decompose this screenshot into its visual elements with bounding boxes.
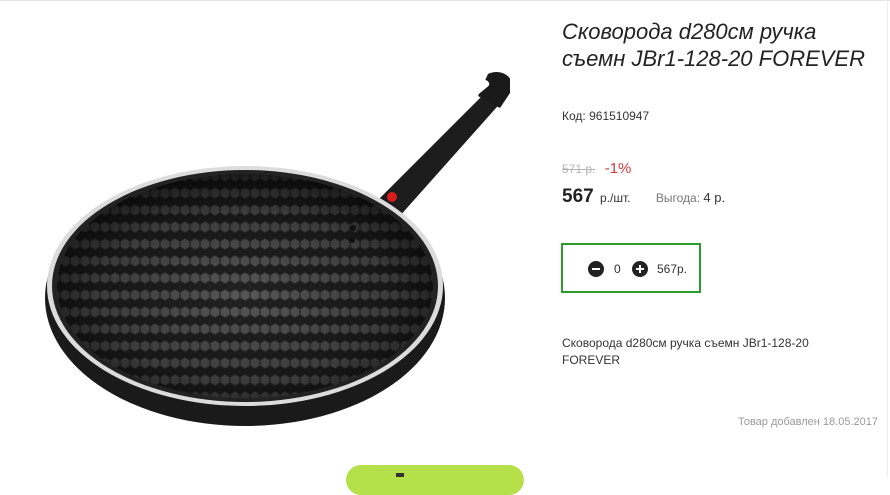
code-value: 961510947 bbox=[589, 109, 650, 123]
old-price: 571 р. bbox=[562, 162, 596, 176]
right-divider bbox=[887, 0, 888, 477]
benefit-value: 4 р. bbox=[703, 190, 726, 205]
product-description: Сковорода d280см ручка съемн JBr1-128-20… bbox=[562, 336, 809, 367]
price-unit: р./шт. bbox=[600, 191, 631, 205]
quantity-value: 0 bbox=[614, 262, 621, 276]
quantity-stepper: 0 567р. bbox=[561, 243, 701, 293]
cart-total: 567р. bbox=[657, 262, 688, 276]
discount-badge: -1% bbox=[604, 160, 632, 177]
plus-circle-icon[interactable] bbox=[632, 261, 648, 277]
top-divider bbox=[0, 0, 890, 1]
added-date: Товар добавлен 18.05.2017 bbox=[737, 416, 878, 428]
price-value: 567 bbox=[562, 186, 594, 207]
cart-icon bbox=[396, 473, 404, 477]
old-price-row: 571 р. -1% bbox=[562, 160, 631, 177]
code-label: Код: bbox=[562, 109, 586, 123]
benefit-label: Выгода: bbox=[655, 191, 701, 205]
add-to-cart-button[interactable] bbox=[346, 465, 524, 495]
product-title: Сковорода d280см ручка съемн JBr1-128-20… bbox=[562, 19, 865, 71]
product-code: Код: 961510947 bbox=[562, 109, 649, 123]
product-image bbox=[45, 72, 510, 426]
minus-circle-icon[interactable] bbox=[588, 261, 604, 277]
price-row: 567 р./шт. Выгода: 4 р. bbox=[562, 186, 725, 208]
